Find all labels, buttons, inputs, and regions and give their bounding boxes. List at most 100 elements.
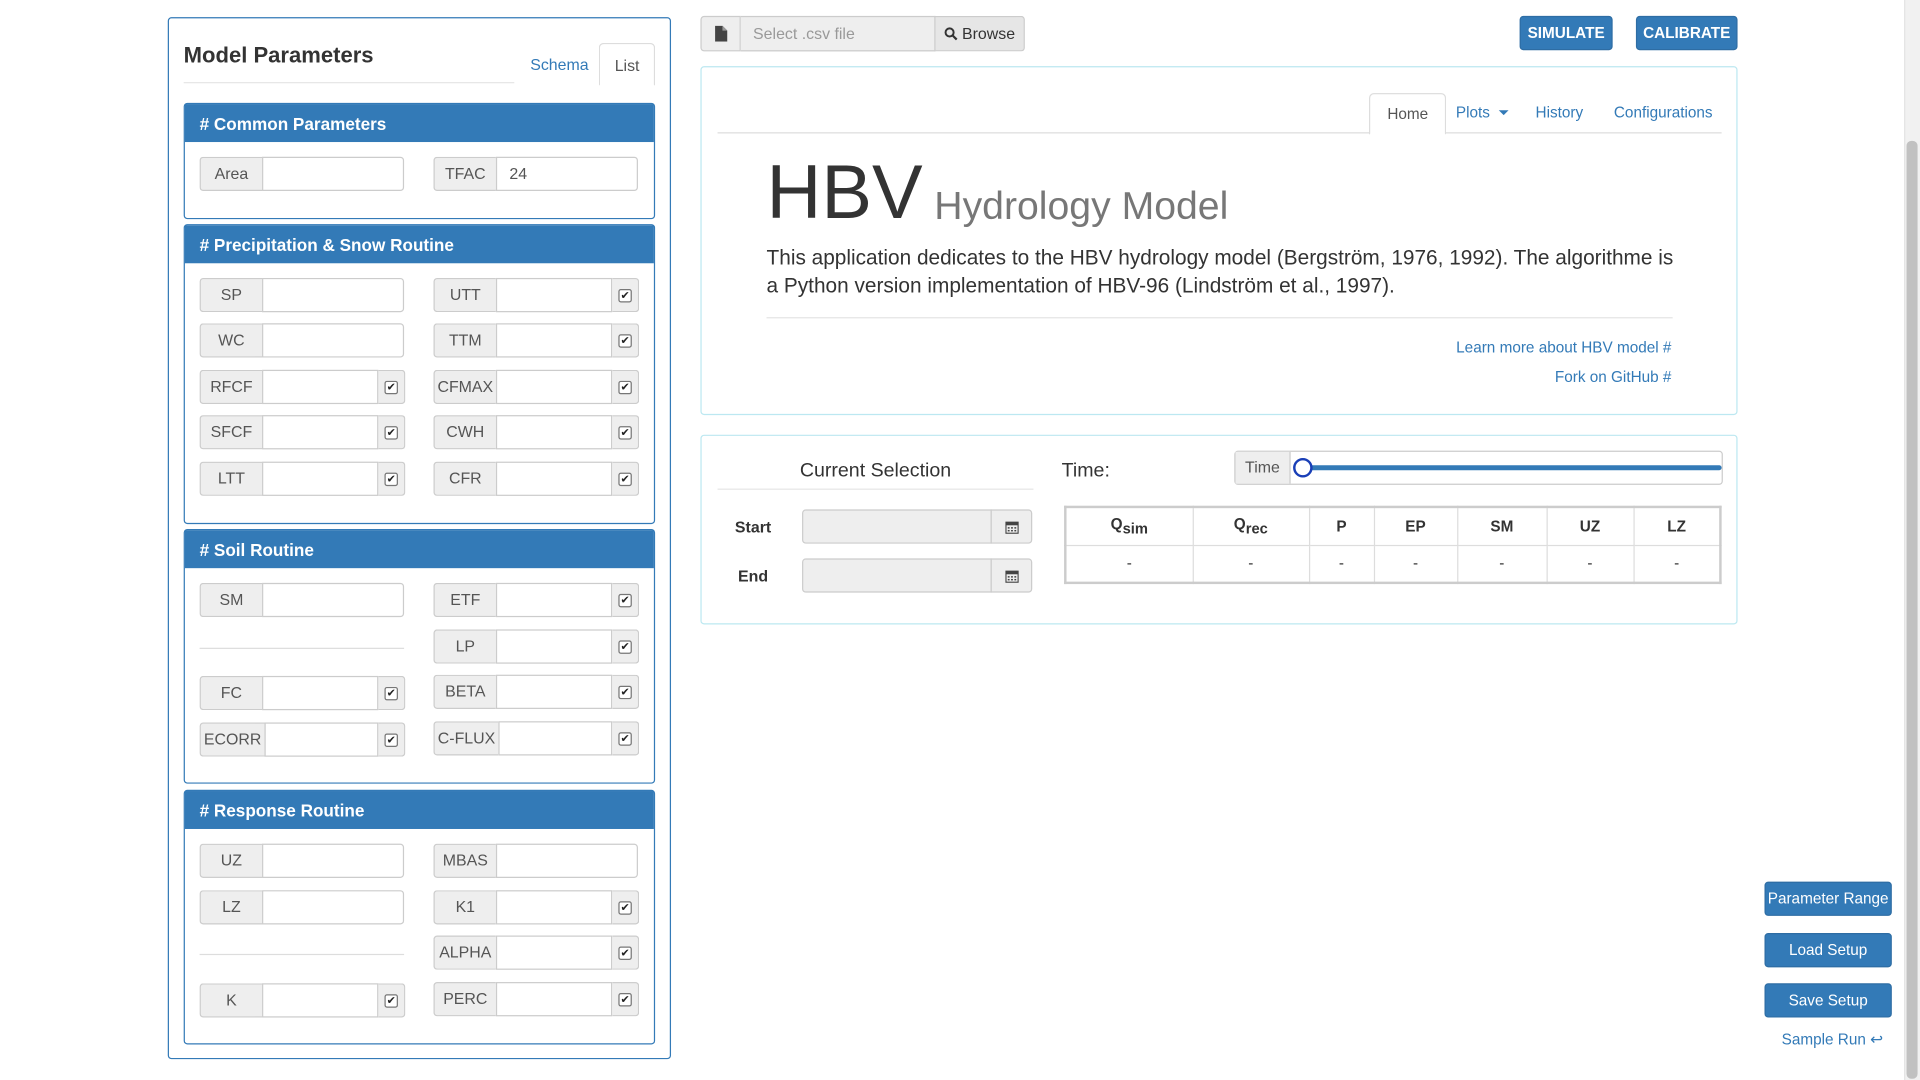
param-label: PERC	[433, 982, 496, 1017]
search-icon	[944, 27, 958, 41]
ttm-input[interactable]	[495, 323, 613, 358]
section-title: # Precipitation & Snow Routine	[184, 225, 654, 264]
wc-input[interactable]	[262, 323, 405, 358]
start-date-input[interactable]	[802, 509, 992, 544]
k1-input[interactable]	[495, 890, 613, 925]
ecorr-input[interactable]	[264, 722, 379, 757]
caret-down-icon	[1499, 110, 1509, 116]
parameter-range-button[interactable]: Parameter Range	[1764, 881, 1892, 916]
github-link[interactable]: Fork on GitHub #	[1555, 369, 1672, 386]
k1-checkbox[interactable]: ✔	[612, 890, 640, 925]
ecorr-checkbox[interactable]: ✔	[378, 722, 406, 757]
param-cfmax: CFMAX ✔	[433, 369, 640, 405]
lp-input[interactable]	[495, 629, 613, 664]
ttm-checkbox[interactable]: ✔	[612, 323, 640, 358]
cwh-input[interactable]	[495, 415, 613, 450]
section-soil-routine: # Soil Routine SM ETF ✔ LP ✔ FC ✔ BETA ✔…	[183, 528, 656, 784]
param-label: SM	[199, 582, 263, 618]
param-label: LZ	[199, 890, 263, 925]
rfcf-checkbox[interactable]: ✔	[378, 369, 406, 405]
param-label: K	[199, 983, 263, 1018]
ltt-checkbox[interactable]: ✔	[378, 461, 406, 496]
etf-input[interactable]	[495, 582, 613, 618]
perc-input[interactable]	[495, 982, 613, 1017]
cfr-checkbox[interactable]: ✔	[612, 461, 640, 496]
fc-checkbox[interactable]: ✔	[378, 675, 406, 711]
fc-input[interactable]	[262, 675, 379, 711]
end-label: End	[738, 566, 769, 586]
param-label: CFMAX	[433, 369, 496, 405]
param-alpha: ALPHA ✔	[433, 935, 640, 970]
check-icon: ✔	[618, 731, 632, 746]
end-calendar-button[interactable]	[990, 558, 1033, 593]
time-slider-handle[interactable]	[1293, 457, 1313, 478]
divider	[717, 488, 1034, 490]
time-slider-track[interactable]	[1302, 465, 1722, 471]
tab-schema[interactable]: Schema	[516, 43, 604, 86]
lz-input[interactable]	[262, 890, 405, 925]
save-setup-button[interactable]: Save Setup	[1764, 983, 1892, 1018]
mbas-input[interactable]	[495, 843, 638, 878]
cwh-checkbox[interactable]: ✔	[612, 415, 640, 450]
param-label: LTT	[199, 461, 263, 496]
param-label: ALPHA	[433, 935, 496, 970]
k-input[interactable]	[262, 983, 379, 1018]
beta-input[interactable]	[495, 674, 613, 709]
browse-button[interactable]: Browse	[935, 15, 1025, 52]
column-header-uz: UZ	[1545, 506, 1635, 546]
c-flux-checkbox[interactable]: ✔	[612, 721, 640, 756]
sample-run-link[interactable]: Sample Run ↩	[1782, 1030, 1883, 1048]
home-panel: Home Plots History Configurations HBV Hy…	[700, 66, 1738, 416]
uz-input[interactable]	[262, 843, 405, 878]
etf-checkbox[interactable]: ✔	[612, 582, 640, 618]
lp-checkbox[interactable]: ✔	[612, 629, 640, 664]
tab-plots[interactable]: Plots	[1439, 93, 1526, 135]
tab-home[interactable]: Home	[1368, 93, 1447, 135]
sp-input[interactable]	[262, 277, 405, 313]
scrollbar-thumb[interactable]	[1906, 140, 1918, 1079]
param-label: SP	[199, 277, 263, 313]
rfcf-input[interactable]	[262, 369, 379, 405]
k-checkbox[interactable]: ✔	[378, 983, 406, 1018]
cfr-input[interactable]	[495, 461, 613, 496]
load-setup-button[interactable]: Load Setup	[1764, 933, 1892, 968]
cfmax-input[interactable]	[495, 369, 613, 405]
param-fc: FC ✔	[199, 675, 406, 711]
cfmax-checkbox[interactable]: ✔	[612, 369, 640, 405]
beta-checkbox[interactable]: ✔	[612, 674, 640, 709]
check-icon: ✔	[618, 333, 632, 348]
tab-history[interactable]: History	[1518, 93, 1600, 135]
param-uz: UZ	[199, 843, 405, 878]
start-calendar-button[interactable]	[990, 509, 1033, 544]
learn-more-link[interactable]: Learn more about HBV model #	[1456, 339, 1671, 356]
check-icon: ✔	[618, 472, 632, 486]
ltt-input[interactable]	[262, 461, 379, 496]
param-ltt: LTT ✔	[199, 461, 406, 496]
utt-input[interactable]	[495, 277, 613, 313]
current-selection-title: Current Selection	[799, 460, 952, 482]
utt-checkbox[interactable]: ✔	[612, 277, 640, 313]
alpha-input[interactable]	[495, 935, 613, 970]
divider	[766, 317, 1673, 319]
alpha-checkbox[interactable]: ✔	[612, 935, 640, 970]
tab-configurations[interactable]: Configurations	[1597, 93, 1730, 135]
csv-file-input[interactable]: Select .csv file	[740, 15, 936, 52]
param-sp: SP	[199, 277, 405, 313]
simulate-button[interactable]: SIMULATE	[1519, 15, 1613, 51]
tab-list[interactable]: List	[598, 42, 656, 86]
sfcf-checkbox[interactable]: ✔	[378, 415, 406, 450]
calendar-icon	[1004, 570, 1019, 583]
area-input[interactable]	[262, 156, 405, 192]
calibrate-button[interactable]: CALIBRATE	[1635, 15, 1738, 51]
sfcf-input[interactable]	[262, 415, 379, 450]
end-date-input[interactable]	[802, 558, 992, 593]
column-header-p: P	[1308, 506, 1375, 546]
c-flux-input[interactable]	[498, 721, 613, 756]
check-icon: ✔	[618, 945, 632, 960]
perc-checkbox[interactable]: ✔	[612, 982, 640, 1017]
param-rfcf: RFCF ✔	[199, 369, 406, 405]
column-header-qrec: Qrec	[1192, 506, 1310, 546]
tfac-input[interactable]: 24	[495, 156, 638, 192]
sm-input[interactable]	[262, 582, 405, 618]
check-icon: ✔	[618, 593, 632, 607]
